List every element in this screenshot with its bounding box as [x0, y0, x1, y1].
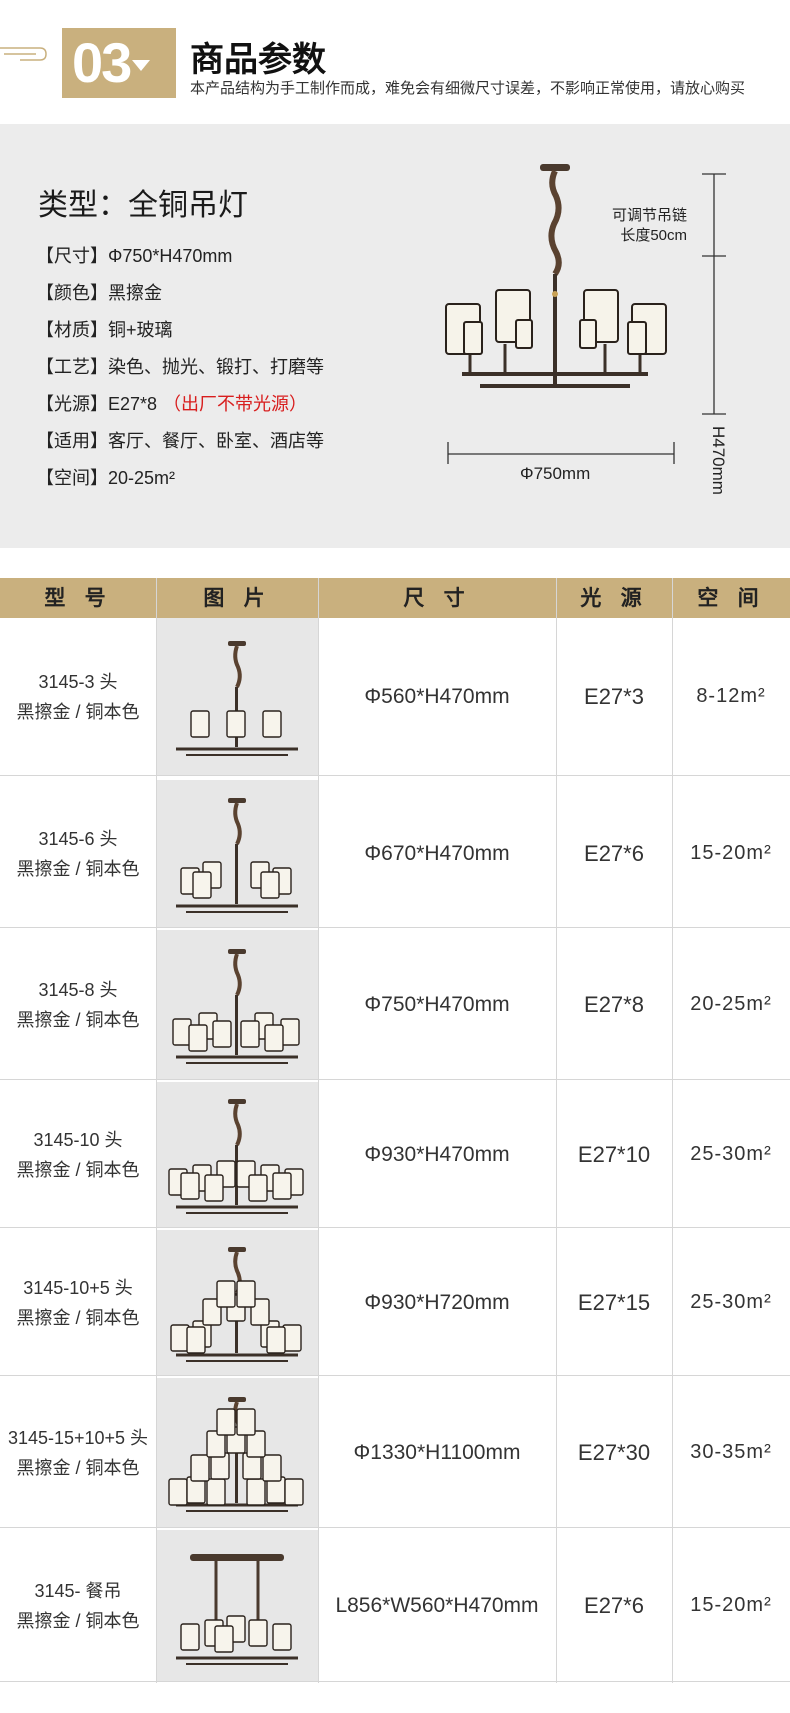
cell-space: 25-30m²	[690, 1291, 772, 1313]
triangle-down-icon	[132, 60, 150, 71]
col-header-space: 空 间	[697, 585, 765, 610]
table-divider	[156, 578, 157, 1683]
cell-light: E27*6	[584, 840, 644, 866]
product-image	[156, 780, 318, 927]
cell-model: 3145-8 头 黑擦金 / 铜本色	[0, 930, 156, 1079]
cell-size: Φ670*H470mm	[364, 841, 510, 865]
model-color: 黑擦金 / 铜本色	[16, 1457, 140, 1478]
spec-panel: 类型：全铜吊灯 【尺寸】Φ750*H470mm 【颜色】黑擦金 【材质】铜+玻璃…	[0, 124, 790, 548]
width-dimension-label: Φ750mm	[520, 464, 591, 483]
cell-space: 30-35m²	[690, 1441, 772, 1463]
chandelier-diagram	[445, 164, 726, 464]
cell-light: E27*30	[577, 1439, 651, 1465]
cell-model: 3145-10+5 头 黑擦金 / 铜本色	[0, 1230, 156, 1375]
col-header-light: 光 源	[580, 585, 648, 610]
cell-size: Φ560*H470mm	[364, 684, 510, 708]
product-image	[156, 1082, 318, 1227]
model-name: 3145-6 头	[38, 828, 118, 849]
model-name: 3145-8 头	[38, 979, 118, 1000]
model-color: 黑擦金 / 铜本色	[16, 1009, 140, 1030]
cell-light: E27*8	[584, 991, 644, 1017]
product-image	[156, 1230, 318, 1375]
table-divider	[556, 578, 557, 1683]
model-color: 黑擦金 / 铜本色	[16, 1610, 140, 1631]
cell-model: 3145-15+10+5 头 黑擦金 / 铜本色	[0, 1378, 156, 1527]
cell-model: 3145- 餐吊 黑擦金 / 铜本色	[0, 1530, 156, 1681]
table-divider	[672, 578, 673, 1683]
cell-size: Φ1330*H1100mm	[353, 1440, 521, 1464]
cell-size: Φ930*H720mm	[364, 1290, 510, 1314]
col-header-size: 尺 寸	[403, 585, 471, 610]
model-name: 3145-3 头	[38, 671, 118, 692]
section-number: 03	[72, 31, 132, 94]
cell-model: 3145-3 头 黑擦金 / 铜本色	[0, 618, 156, 775]
section-title: 商品参数	[190, 40, 326, 80]
chain-note: 可调节吊链 长度50cm	[612, 207, 688, 244]
cell-model: 3145-6 头 黑擦金 / 铜本色	[0, 780, 156, 927]
section-header: 03 商品参数 本产品结构为手工制作而成，难免会有细微尺寸误差，不影响正常使用，…	[0, 0, 790, 120]
cell-space: 20-25m²	[690, 993, 772, 1015]
model-name: 3145-15+10+5 头	[7, 1427, 149, 1448]
model-name: 3145-10+5 头	[23, 1277, 133, 1298]
model-name: 3145- 餐吊	[34, 1580, 122, 1601]
cell-size: Φ930*H470mm	[364, 1142, 510, 1166]
table-divider	[318, 578, 319, 1683]
product-image	[156, 1530, 318, 1681]
height-dimension-label: H470mm	[709, 426, 728, 495]
cell-space: 8-12m²	[696, 685, 766, 707]
decorative-lines	[0, 47, 47, 61]
cell-space: 25-30m²	[690, 1143, 772, 1165]
section-subtitle: 本产品结构为手工制作而成，难免会有细微尺寸误差，不影响正常使用，请放心购买	[190, 80, 746, 97]
section-number-badge: 03	[62, 28, 176, 98]
model-color: 黑擦金 / 铜本色	[16, 1159, 140, 1180]
col-header-model: 型 号	[44, 585, 112, 610]
model-name: 3145-10 头	[33, 1129, 123, 1150]
cell-light: E27*3	[584, 683, 644, 709]
cell-model: 3145-10 头 黑擦金 / 铜本色	[0, 1082, 156, 1227]
model-color: 黑擦金 / 铜本色	[16, 858, 140, 879]
cell-size: Φ750*H470mm	[364, 992, 510, 1016]
product-image	[156, 930, 318, 1079]
model-color: 黑擦金 / 铜本色	[16, 701, 140, 722]
product-image	[156, 1378, 318, 1527]
cell-size: L856*W560*H470mm	[335, 1593, 539, 1617]
cell-light: E27*6	[584, 1592, 644, 1618]
cell-space: 15-20m²	[690, 1594, 772, 1616]
cell-space: 15-20m²	[690, 842, 772, 864]
model-color: 黑擦金 / 铜本色	[16, 1307, 140, 1328]
col-header-image: 图 片	[203, 585, 271, 610]
cell-light: E27*15	[577, 1289, 651, 1315]
cell-light: E27*10	[577, 1141, 651, 1167]
product-image	[156, 618, 318, 775]
